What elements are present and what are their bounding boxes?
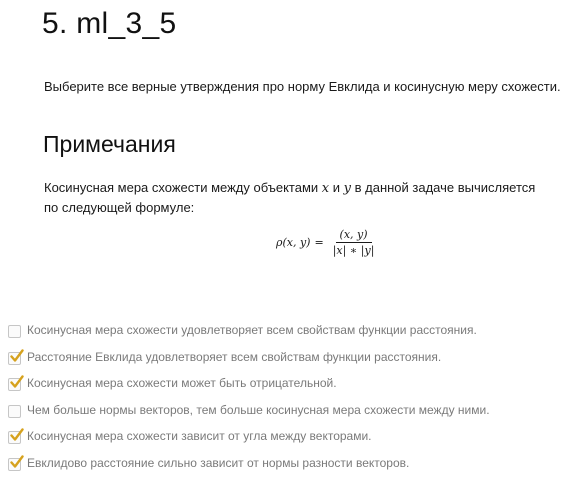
notes-text: Косинусная мера схожести между объектами… — [44, 178, 544, 217]
option-checkbox[interactable] — [8, 455, 24, 471]
option-checkbox[interactable] — [8, 428, 24, 445]
option-label[interactable]: Косинусная мера схожести зависит от угла… — [27, 428, 372, 445]
option-checkbox[interactable] — [8, 348, 24, 365]
answer-option[interactable]: Косинусная мера схожести удовлетворяет в… — [8, 322, 490, 349]
answer-option[interactable]: Косинусная мера схожести зависит от угла… — [8, 428, 490, 455]
notes-text-before: Косинусная мера схожести между объектами — [44, 180, 322, 195]
formula-numerator: (x, y) — [335, 228, 372, 243]
option-label[interactable]: Чем больше нормы векторов, тем больше ко… — [27, 402, 490, 419]
option-label[interactable]: Косинусная мера схожести может быть отри… — [27, 375, 337, 392]
option-label[interactable]: Косинусная мера схожести удовлетворяет в… — [27, 322, 477, 339]
formula-fraction: (x, y) |x| ∗ |y| — [329, 228, 379, 257]
checkmark-icon — [10, 455, 24, 468]
option-checkbox[interactable] — [8, 325, 21, 338]
answer-option[interactable]: Чем больше нормы векторов, тем больше ко… — [8, 402, 490, 429]
option-label[interactable]: Расстояние Евклида удовлетворяет всем св… — [27, 349, 441, 366]
answer-option[interactable]: Евклидово расстояние сильно зависит от н… — [8, 455, 490, 482]
option-checkbox[interactable] — [8, 375, 24, 392]
task-title: 5. ml_3_5 — [42, 7, 177, 40]
checkmark-icon — [10, 375, 24, 388]
formula-denominator: |x| ∗ |y| — [332, 243, 375, 257]
option-checkbox[interactable] — [8, 404, 21, 418]
cosine-formula: ρ(x, y) = (x, y) |x| ∗ |y| — [276, 224, 378, 260]
option-label[interactable]: Евклидово расстояние сильно зависит от н… — [27, 455, 409, 472]
answer-option[interactable]: Косинусная мера схожести может быть отри… — [8, 375, 490, 402]
checkmark-icon — [10, 428, 24, 442]
notes-heading: Примечания — [43, 131, 176, 157]
answer-options: Косинусная мера схожести удовлетворяет в… — [8, 322, 490, 482]
math-var-y: y — [343, 181, 351, 196]
formula-equals: = — [314, 235, 324, 249]
answer-option[interactable]: Расстояние Евклида удовлетворяет всем св… — [8, 348, 490, 376]
checkmark-icon — [10, 348, 24, 362]
question-text: Выберите все верные утверждения про норм… — [44, 79, 561, 94]
formula-lhs: ρ(x, y) — [276, 235, 311, 249]
notes-text-and: и — [329, 180, 344, 195]
